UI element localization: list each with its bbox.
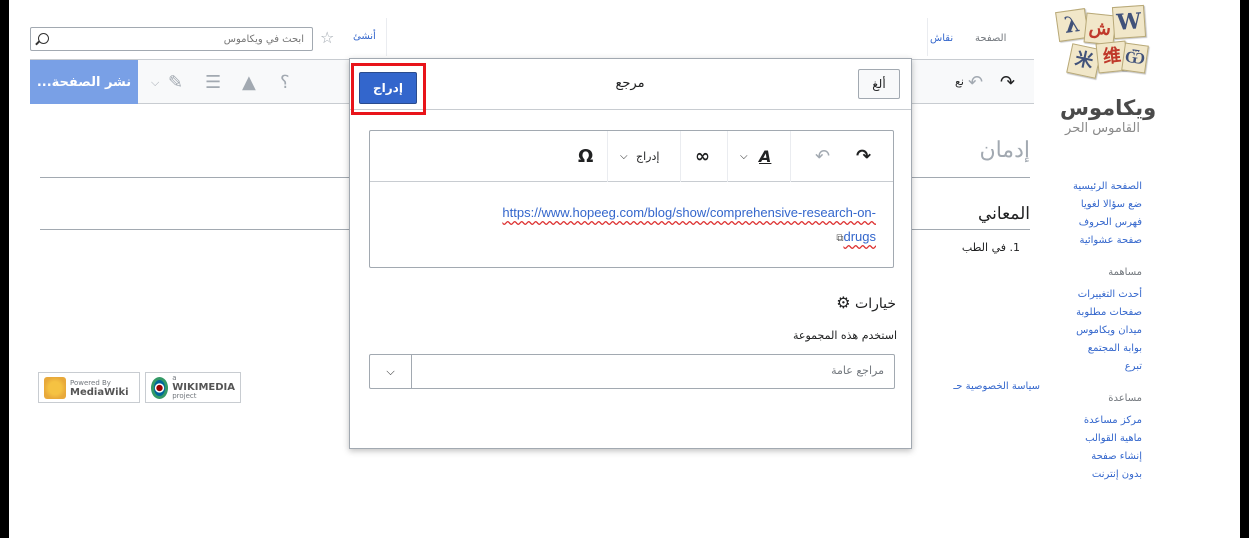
menu-icon[interactable]: ☰	[205, 72, 221, 93]
section-heading: المعاني	[977, 204, 1030, 224]
pencil-icon[interactable]: ✎	[168, 72, 183, 93]
reference-group-select[interactable]: مراجع عامة ⌵	[369, 354, 895, 389]
chevron-down-icon[interactable]: ⌵	[620, 144, 628, 168]
footer-links[interactable]: سياسة الخصوصية حـ	[920, 381, 1040, 392]
sidebar-item-community-portal[interactable]: بوابة المجتمع	[1052, 340, 1142, 358]
sidebar-item-help-center[interactable]: مركز مساعدة	[1052, 412, 1142, 430]
sidebar-item-templates[interactable]: ماهية القوالب	[1052, 430, 1142, 448]
redo-icon[interactable]: ↷	[1000, 72, 1015, 93]
sidebar-navigation: الصفحة الرئيسية ضع سؤالا لغويا فهرس الحر…	[1052, 178, 1142, 484]
dialog-title: مرجع	[615, 76, 645, 91]
redo-icon[interactable]: ↷	[856, 144, 871, 168]
sidebar-item-create-page[interactable]: إنشاء صفحة	[1052, 448, 1142, 466]
search-box[interactable]	[30, 27, 313, 51]
toolbar-divider	[727, 131, 728, 182]
reference-editor-toolbar: Ω ⌵ إدراج ∞ ⌵ A ↶ ↷	[370, 131, 893, 182]
sidebar-item-wanted-pages[interactable]: صفحات مطلوبة	[1052, 304, 1142, 322]
powered-by-mediawiki-badge[interactable]: Powered By MediaWiki	[38, 372, 140, 403]
logo-wordmark: ويكاموس	[1060, 96, 1157, 120]
sidebar-item-random-page[interactable]: صفحة عشوائية	[1052, 232, 1142, 250]
options-heading: خيارات ⚙	[790, 293, 896, 312]
tab-divider	[386, 18, 387, 56]
insert-button[interactable]: إدراج	[359, 72, 417, 104]
mediawiki-logo-icon	[44, 376, 66, 399]
reference-dialog: إدراج مرجع ألغ Ω ⌵ إدراج ∞ ⌵ A ↶ ↷ https…	[349, 58, 912, 449]
link-icon[interactable]: ∞	[695, 144, 710, 168]
group-field-label: استخدم هذه المجموعة	[793, 329, 897, 342]
help-icon[interactable]: ؟	[280, 72, 290, 93]
tab-divider	[927, 18, 928, 56]
badge-sub-text: project	[172, 392, 197, 400]
sidebar-heading-help: مساعدة	[1108, 393, 1142, 404]
select-value: مراجع عامة	[831, 364, 884, 377]
badge-big-text: MediaWiki	[70, 386, 129, 398]
sidebar-item-village-pump[interactable]: ميدان ويكاموس	[1052, 322, 1142, 340]
publish-button[interactable]: نشر الصفحة...	[30, 60, 138, 104]
toolbar-divider	[790, 131, 791, 182]
text-style-icon[interactable]: A	[759, 144, 771, 168]
sidebar-item-offline[interactable]: بدون إنترنت	[1052, 466, 1142, 484]
insert-menu[interactable]: إدراج	[636, 144, 659, 168]
reference-url-link[interactable]: https://www.hopeeg.com/blog/show/compreh…	[390, 201, 876, 225]
page-title: إدمان	[979, 138, 1030, 163]
special-characters-icon[interactable]: Ω	[578, 144, 593, 168]
toolbar-divider	[680, 131, 681, 182]
chevron-down-icon[interactable]: ⌵	[740, 144, 748, 168]
dialog-header: إدراج مرجع ألغ	[350, 59, 911, 115]
undo-icon[interactable]: ↶	[815, 144, 830, 168]
wikimedia-logo-icon	[151, 376, 169, 399]
sidebar-item-main-page[interactable]: الصفحة الرئيسية	[1052, 178, 1142, 196]
sidebar-heading-contribute: مساهمة	[1108, 267, 1142, 278]
badge-big-text: WIKIMEDIA	[172, 382, 235, 393]
logo-tile: ش	[1083, 12, 1117, 46]
logo-tile: Ѿ	[1121, 42, 1149, 74]
reference-url-link-end[interactable]: drugs	[843, 229, 876, 244]
reference-content[interactable]: https://www.hopeeg.com/blog/show/compreh…	[390, 201, 876, 251]
logo-tagline: القاموس الحر	[1065, 121, 1140, 136]
tab-page[interactable]: الصفحة	[975, 33, 1006, 44]
chevron-down-icon[interactable]: ⌵	[151, 76, 159, 90]
sidebar-item-donate[interactable]: تبرع	[1052, 358, 1142, 376]
chevron-down-icon[interactable]: ⌵	[370, 355, 412, 388]
sidebar-item-recent-changes[interactable]: أحدث التغييرات	[1052, 286, 1142, 304]
tab-talk[interactable]: نقاش	[930, 33, 953, 44]
right-frame-border	[1240, 0, 1249, 538]
undo-icon[interactable]: ↶	[968, 72, 983, 93]
sidebar-item-ask-question[interactable]: ضع سؤالا لغويا	[1052, 196, 1142, 214]
toolbar-partial-label: نع	[955, 75, 964, 88]
wikimedia-project-badge[interactable]: a WIKIMEDIA project	[145, 372, 241, 403]
search-icon[interactable]	[38, 33, 49, 44]
warning-icon[interactable]: ▲	[242, 72, 256, 93]
watch-star-icon[interactable]: ☆	[320, 28, 334, 47]
left-frame-border	[0, 0, 9, 538]
gear-icon: ⚙	[836, 293, 851, 312]
sidebar-item-letter-index[interactable]: فهرس الحروف	[1052, 214, 1142, 232]
tab-create[interactable]: أنشئ	[353, 31, 376, 42]
toolbar-divider	[607, 131, 608, 182]
options-label: خيارات	[855, 296, 896, 312]
logo-tile: W	[1111, 4, 1147, 40]
reference-editor[interactable]: Ω ⌵ إدراج ∞ ⌵ A ↶ ↷ https://www.hopeeg.c…	[369, 130, 894, 268]
definition-item: 1. في الطب	[961, 241, 1020, 254]
cancel-button[interactable]: ألغ	[858, 69, 900, 99]
search-input[interactable]	[74, 31, 304, 47]
